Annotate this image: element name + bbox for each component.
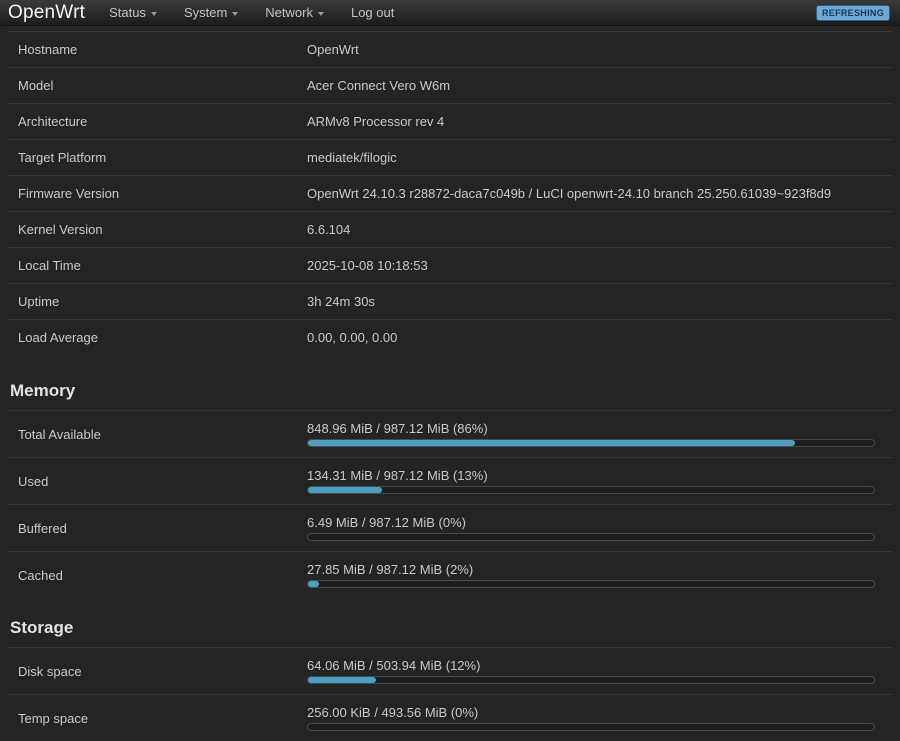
system-info-table: Hostname OpenWrt Model Acer Connect Vero… <box>8 31 892 355</box>
row-label: Uptime <box>8 294 307 309</box>
table-row: Used 134.31 MiB / 987.12 MiB (13%) <box>8 457 892 504</box>
progress-fill <box>308 440 795 446</box>
row-label: Total Available <box>8 427 307 442</box>
menu-logout-label: Log out <box>351 5 394 20</box>
menu-logout[interactable]: Log out <box>351 5 394 20</box>
table-row: Disk space 64.06 MiB / 503.94 MiB (12%) <box>8 648 892 694</box>
row-label: Kernel Version <box>8 222 307 237</box>
progress-text: 848.96 MiB / 987.12 MiB (86%) <box>307 421 875 436</box>
progress-text: 256.00 KiB / 493.56 MiB (0%) <box>307 705 875 720</box>
table-row: Architecture ARMv8 Processor rev 4 <box>8 103 892 139</box>
progress-bar <box>307 676 875 684</box>
row-value: 3h 24m 30s <box>307 294 375 309</box>
progress-text: 6.49 MiB / 987.12 MiB (0%) <box>307 515 875 530</box>
main-nav: Status System Network Log out <box>109 5 421 20</box>
app-title: OpenWrt <box>8 0 85 25</box>
progress-text: 64.06 MiB / 503.94 MiB (12%) <box>307 658 875 673</box>
progress-bar <box>307 723 875 731</box>
row-value: OpenWrt 24.10.3 r28872-daca7c049b / LuCI… <box>307 186 831 201</box>
table-row: Target Platform mediatek/filogic <box>8 139 892 175</box>
menu-status[interactable]: Status <box>109 5 157 20</box>
row-value: 6.6.104 <box>307 222 350 237</box>
chevron-down-icon <box>318 12 324 16</box>
row-value: mediatek/filogic <box>307 150 397 165</box>
progress-fill <box>308 677 376 683</box>
row-label: Target Platform <box>8 150 307 165</box>
table-row: Total Available 848.96 MiB / 987.12 MiB … <box>8 411 892 457</box>
table-row: Buffered 6.49 MiB / 987.12 MiB (0%) <box>8 504 892 551</box>
progress-fill <box>308 581 319 587</box>
row-label: Temp space <box>8 711 307 726</box>
table-row: Local Time 2025-10-08 10:18:53 <box>8 247 892 283</box>
table-row: Firmware Version OpenWrt 24.10.3 r28872-… <box>8 175 892 211</box>
table-row: Temp space 256.00 KiB / 493.56 MiB (0%) <box>8 694 892 741</box>
progress-fill <box>308 487 382 493</box>
progress-text: 27.85 MiB / 987.12 MiB (2%) <box>307 562 875 577</box>
memory-table: Total Available 848.96 MiB / 987.12 MiB … <box>8 411 892 598</box>
table-row: Kernel Version 6.6.104 <box>8 211 892 247</box>
row-label: Cached <box>8 568 307 583</box>
menu-network[interactable]: Network <box>265 5 324 20</box>
menu-status-label: Status <box>109 5 146 20</box>
row-label: Firmware Version <box>8 186 307 201</box>
table-row: Cached 27.85 MiB / 987.12 MiB (2%) <box>8 551 892 598</box>
header: OpenWrt Status System Network Log out RE… <box>0 0 900 26</box>
menu-system-label: System <box>184 5 227 20</box>
row-label: Buffered <box>8 521 307 536</box>
table-row: Load Average 0.00, 0.00, 0.00 <box>8 319 892 355</box>
progress-bar <box>307 580 875 588</box>
progress-bar <box>307 439 875 447</box>
refresh-status-badge[interactable]: REFRESHING <box>816 5 890 21</box>
row-label: Used <box>8 474 307 489</box>
row-label: Model <box>8 78 307 93</box>
section-title-memory: Memory <box>8 381 892 411</box>
status-page: Hostname OpenWrt Model Acer Connect Vero… <box>0 31 900 741</box>
row-label: Architecture <box>8 114 307 129</box>
menu-network-label: Network <box>265 5 313 20</box>
row-label: Local Time <box>8 258 307 273</box>
table-row: Model Acer Connect Vero W6m <box>8 67 892 103</box>
menu-system[interactable]: System <box>184 5 238 20</box>
row-value: Acer Connect Vero W6m <box>307 78 450 93</box>
progress-text: 134.31 MiB / 987.12 MiB (13%) <box>307 468 875 483</box>
section-title-storage: Storage <box>8 618 892 648</box>
chevron-down-icon <box>232 12 238 16</box>
row-label: Hostname <box>8 42 307 57</box>
row-label: Load Average <box>8 330 307 345</box>
table-row: Uptime 3h 24m 30s <box>8 283 892 319</box>
row-label: Disk space <box>8 664 307 679</box>
row-value: OpenWrt <box>307 42 359 57</box>
row-value: 0.00, 0.00, 0.00 <box>307 330 397 345</box>
row-value: 2025-10-08 10:18:53 <box>307 258 428 273</box>
table-row: Hostname OpenWrt <box>8 31 892 67</box>
storage-table: Disk space 64.06 MiB / 503.94 MiB (12%) … <box>8 648 892 741</box>
progress-bar <box>307 533 875 541</box>
chevron-down-icon <box>151 12 157 16</box>
progress-bar <box>307 486 875 494</box>
row-value: ARMv8 Processor rev 4 <box>307 114 444 129</box>
